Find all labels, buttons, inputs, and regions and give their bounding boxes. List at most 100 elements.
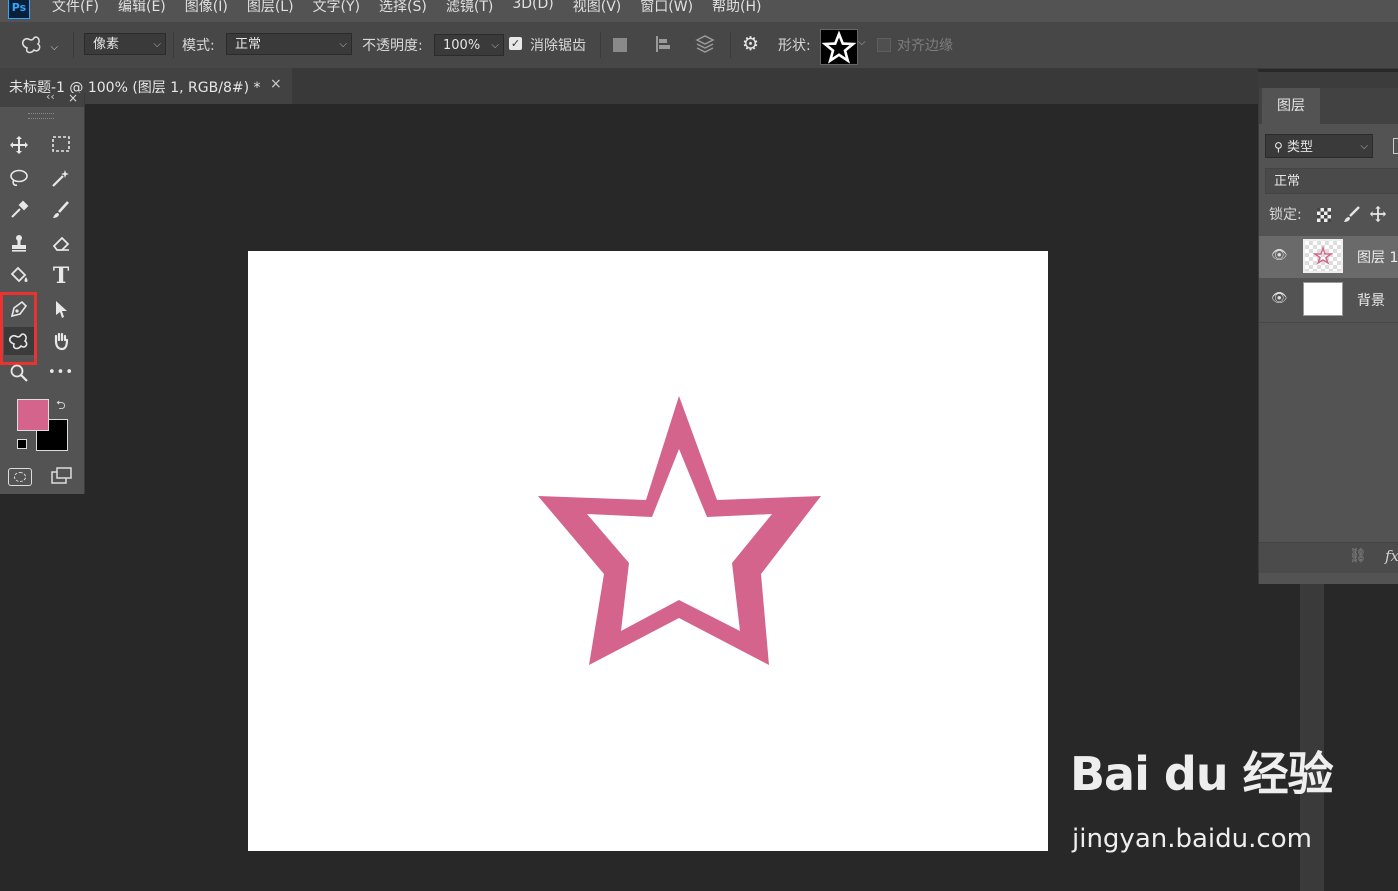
tab-layers[interactable]: 图层 [1262,88,1320,124]
panel-tabs: 图层 [1259,88,1398,124]
menu-view[interactable]: 视图(V) [573,0,622,16]
magic-wand-tool-icon[interactable] [46,164,76,192]
divider [600,32,601,58]
layer-name: 背景 [1357,293,1385,309]
chevron-down-icon: ⌵ [153,39,161,50]
menu-filter[interactable]: 滤镜(T) [446,0,493,16]
screen-mode-icon[interactable] [50,467,74,489]
marquee-tool-icon[interactable] [46,131,76,159]
menu-image[interactable]: 图像(I) [185,0,228,16]
watermark-url: jingyan.baidu.com [1072,824,1312,854]
menu-file[interactable]: 文件(F) [52,0,99,16]
more-tools-icon[interactable]: ••• [46,359,76,387]
tool-preset-picker[interactable]: ⌵ [20,34,59,60]
tool-mode-value: 像素 [93,37,120,52]
default-colors-icon[interactable] [17,439,27,449]
highlight-box [0,292,37,365]
workspace-background [1324,584,1398,891]
layer-thumbnail [1303,282,1343,316]
document-canvas[interactable] [248,251,1048,851]
fx-icon[interactable]: fx [1385,547,1398,565]
menu-help[interactable]: 帮助(H) [712,0,761,16]
align-edges-checkbox[interactable] [877,38,891,52]
zoom-tool-icon[interactable] [4,359,34,387]
close-icon[interactable]: × [270,76,282,92]
menu-layer[interactable]: 图层(L) [247,0,294,16]
lasso-tool-icon[interactable] [4,164,34,192]
opacity-input[interactable]: 100% ⌵ [434,34,504,56]
path-arrangement-icon[interactable] [694,34,716,58]
custom-shape-tool-icon [21,36,41,54]
align-edges-label: 对齐边缘 [897,38,953,54]
foreground-color-swatch[interactable] [17,399,49,431]
lock-transparent-icon[interactable] [1317,208,1331,222]
opacity-label: 不透明度: [362,38,423,54]
path-alignment-icon[interactable] [654,35,672,57]
chevron-down-icon: ⌵ [50,42,59,53]
gear-icon[interactable]: ⚙ [742,33,759,55]
watermark: Bai du 经验 jingyan.baidu.com [1070,738,1334,862]
visibility-eye-icon[interactable]: 👁 [1271,248,1288,263]
link-layers-icon[interactable]: ⛓ [1349,548,1367,564]
swap-colors-icon[interactable]: ⮌ [56,396,66,417]
star-shape[interactable] [536,393,824,667]
menu-3d[interactable]: 3D(D) [512,0,553,16]
antialias-label: 消除锯齿 [530,38,586,54]
document-tab-bar: 未标题-1 @ 100% (图层 1, RGB/8#) * × [0,68,1258,104]
menu-select[interactable]: 选择(S) [379,0,427,16]
star-shape-icon [821,30,857,64]
quick-mask-icon[interactable] [8,468,32,486]
grip-handle[interactable] [28,113,54,119]
divider [73,32,74,58]
tools-panel-header: ‹‹ × [0,90,84,107]
layer-name: 图层 1 [1357,250,1398,266]
watermark-brand: Bai du 经验 [1070,747,1334,801]
antialias-checkbox[interactable]: ✓ [509,37,522,50]
type-tool-icon[interactable]: T [46,262,76,290]
chevron-down-icon[interactable]: ⌵ [858,37,866,48]
eyedropper-tool-icon[interactable] [4,196,34,224]
hand-tool-icon[interactable] [46,327,76,355]
collapse-icon[interactable]: ‹‹ [46,90,55,103]
menu-window[interactable]: 窗口(W) [640,0,693,16]
menu-items: 文件(F) 编辑(E) 图像(I) 图层(L) 文字(Y) 选择(S) 滤镜(T… [52,0,781,16]
path-selection-tool-icon[interactable] [46,295,76,323]
tool-mode-select[interactable]: 像素 ⌵ [84,33,166,55]
menu-edit[interactable]: 编辑(E) [118,0,166,16]
filter-toggle-icon[interactable] [1393,138,1398,154]
lock-position-icon[interactable] [1369,205,1387,227]
brush-tool-icon[interactable] [46,196,76,224]
move-tool-icon[interactable] [4,131,34,159]
mode-label: 模式: [182,38,215,54]
close-icon[interactable]: × [68,91,78,105]
shape-picker[interactable] [820,29,858,65]
layer-row[interactable]: 👁 图层 1 [1259,236,1398,278]
mode-value: 正常 [235,37,262,52]
search-icon: ⚲ [1274,140,1283,154]
divider [173,32,174,58]
chevron-down-icon: ⌵ [491,40,499,51]
options-bar: ⌵ 像素 ⌵ 模式: 正常 ⌵ 不透明度: 100% ⌵ ✓ 消除锯齿 ⚙ 形状: ⌵… [0,22,1398,69]
eraser-tool-icon[interactable] [46,229,76,257]
panel-footer: ⛓ fx [1259,542,1398,573]
layer-filter-value: 类型 [1286,140,1313,155]
blend-mode-select[interactable]: 正常 [1265,168,1398,194]
path-operations-icon[interactable] [613,38,627,52]
menu-type[interactable]: 文字(Y) [313,0,360,16]
opacity-value: 100% [443,38,481,53]
star-thumbnail-icon [1312,245,1334,265]
chevron-down-icon: ⌵ [339,39,347,50]
layers-panel: 图层 ⚲ 类型 ⌵ 正常 锁定: 👁 图层 1 👁 背景 ⛓ fx [1258,72,1398,584]
chevron-down-icon: ⌵ [1360,141,1368,152]
lock-label: 锁定: [1269,207,1302,223]
layer-row[interactable]: 👁 背景 [1259,279,1398,321]
divider [1259,322,1398,323]
mode-select[interactable]: 正常 ⌵ [226,33,352,55]
lock-pixels-icon[interactable] [1343,205,1361,227]
visibility-eye-icon[interactable]: 👁 [1271,291,1288,306]
tools-panel: ‹‹ × T ••• ⮌ [0,90,85,494]
layer-filter-select[interactable]: ⚲ 类型 ⌵ [1265,134,1373,158]
paint-bucket-tool-icon[interactable] [4,262,34,290]
photoshop-logo-icon: Ps [8,0,30,19]
stamp-tool-icon[interactable] [4,229,34,257]
